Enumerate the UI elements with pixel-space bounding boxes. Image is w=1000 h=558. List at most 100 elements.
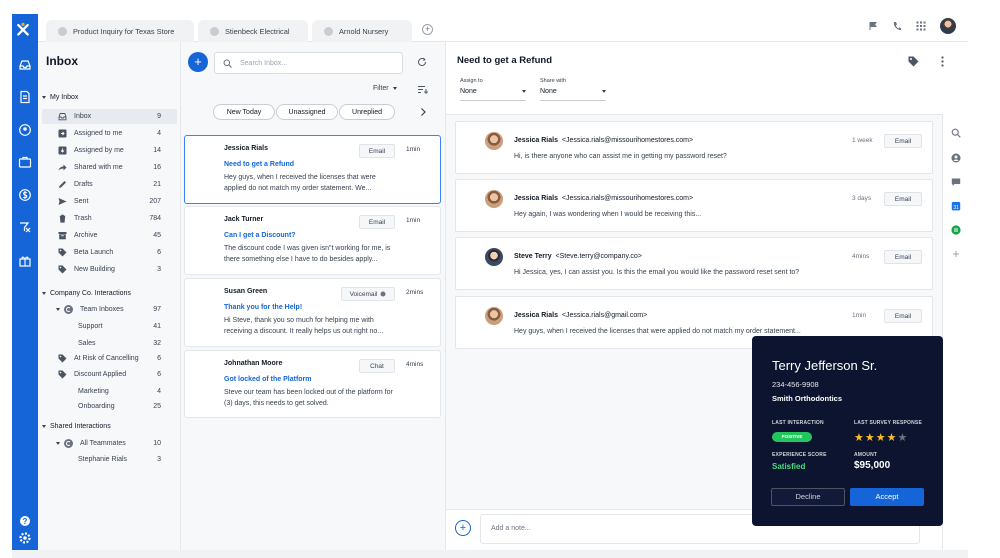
tab-stienbeck-electrical[interactable]: Stienbeck Electrical: [198, 20, 308, 42]
sidebar-item-team-inboxes[interactable]: Team Inboxes 97: [42, 302, 177, 317]
channel-label: Chat: [370, 362, 384, 370]
sidebar-item-discount-applied[interactable]: Discount Applied 6: [42, 367, 177, 382]
inbox-sidebar: Inbox My Inbox Inbox 9 Assigned to me 4 As…: [38, 42, 181, 550]
chip-unreplied[interactable]: Unreplied: [339, 104, 395, 120]
sidebar-item-at-risk[interactable]: At Risk of Cancelling 6: [42, 351, 177, 366]
tab-icon: [210, 26, 219, 36]
item-count: 14: [153, 147, 161, 154]
app-logo-icon[interactable]: [16, 22, 34, 40]
shared-interactions-section[interactable]: Shared Interactions: [42, 423, 111, 430]
user-avatar[interactable]: [940, 18, 956, 34]
caller-phone: 234-456-9908: [772, 380, 819, 389]
chat-icon[interactable]: [951, 177, 961, 187]
add-attachment-button[interactable]: +: [455, 520, 471, 536]
amount-label: AMOUNT: [854, 452, 878, 458]
pencil-icon: [58, 180, 67, 189]
search-input[interactable]: Search Inbox...: [214, 52, 403, 74]
assign-to-dropdown[interactable]: Assign to None: [460, 78, 526, 101]
item-label: Marketing: [78, 388, 109, 395]
settings-nav-icon[interactable]: [18, 531, 32, 545]
sidebar-item-assigned-to-me[interactable]: Assigned to me 4: [42, 126, 177, 141]
compose-button[interactable]: +: [188, 52, 208, 72]
message-time: 1 week: [852, 137, 873, 144]
briefcase-nav-icon[interactable]: [18, 155, 32, 169]
sort-filter-icon[interactable]: [417, 84, 428, 95]
message-text: Hey guys, when I received the licenses t…: [514, 328, 801, 335]
phone-icon[interactable]: [892, 21, 902, 31]
message-email: <Jessica.rials@missourihomestores.com>: [561, 195, 694, 202]
assign-to-label: Assign to: [460, 78, 483, 84]
sidebar-item-sent[interactable]: Sent 207: [42, 194, 177, 209]
accept-button[interactable]: Accept: [850, 488, 924, 506]
sidebar-item-all-teammates[interactable]: All Teammates 10: [42, 436, 177, 451]
inbox-nav-icon[interactable]: [18, 58, 32, 72]
sidebar-item-archive[interactable]: Archive 45: [42, 228, 177, 243]
sidebar-item-sales[interactable]: Sales 32: [42, 336, 177, 351]
conversation-card[interactable]: Susan Green Voicemail 2mins Thank you fo…: [184, 278, 441, 347]
tag-icon[interactable]: [908, 56, 919, 67]
tab-icon: [58, 26, 67, 36]
filter-dropdown[interactable]: Filter: [373, 85, 397, 92]
message-item[interactable]: Steve Terry <Steve.terry@company.co> Hi …: [455, 237, 933, 290]
conversation-card[interactable]: Johnathan Moore Chat 4mins Got locked of…: [184, 350, 441, 418]
app-rail: ?: [12, 14, 38, 550]
item-count: 3: [157, 266, 161, 273]
item-count: 97: [153, 306, 161, 313]
contact-icon[interactable]: [951, 153, 961, 163]
message-item[interactable]: Jessica Rials <Jessica.rials@missourihom…: [455, 121, 933, 174]
card-subject: Can I get a Discount?: [224, 232, 296, 239]
conversation-card[interactable]: Jessica Rials Email 1min Need to get a R…: [184, 135, 441, 204]
document-nav-icon[interactable]: [18, 90, 32, 104]
item-count: 10: [153, 440, 161, 447]
channel-label: Email: [894, 312, 912, 320]
flag-icon[interactable]: [868, 21, 878, 31]
automation-nav-icon[interactable]: [18, 220, 32, 234]
chip-new-today[interactable]: New Today: [213, 104, 275, 120]
calendar-icon[interactable]: 31: [951, 201, 961, 211]
card-sender: Johnathan Moore: [224, 360, 283, 367]
sidebar-item-marketing[interactable]: Marketing 4: [42, 384, 177, 399]
sidebar-item-beta-launch[interactable]: Beta Launch 6: [42, 245, 177, 260]
contact-nav-icon[interactable]: [18, 123, 32, 137]
sidebar-item-stephanie-rials[interactable]: Stephanie Rials 3: [42, 452, 177, 467]
card-subject: Thank you for the Help!: [224, 304, 303, 311]
sidebar-item-shared-with-me[interactable]: Shared with me 16: [42, 160, 177, 175]
decline-button[interactable]: Decline: [771, 488, 845, 506]
item-count: 25: [153, 403, 161, 410]
experience-label: EXPERIENCE SCORE: [772, 452, 827, 458]
sidebar-item-new-building[interactable]: New Building 3: [42, 262, 177, 277]
message-sender: Jessica Rials: [514, 195, 558, 202]
tab-arnold-nursery[interactable]: Arnold Nursery: [312, 20, 412, 42]
sidebar-item-onboarding[interactable]: Onboarding 25: [42, 399, 177, 414]
help-nav-icon[interactable]: ?: [18, 514, 32, 528]
sidebar-item-trash[interactable]: Trash 784: [42, 211, 177, 226]
tab-product-inquiry[interactable]: Product Inquiry for Texas Store: [46, 20, 194, 42]
share-with-dropdown[interactable]: Share with None: [540, 78, 606, 101]
tag-icon: [58, 265, 67, 274]
chevron-right-icon[interactable]: [419, 107, 427, 117]
dollar-nav-icon[interactable]: [18, 188, 32, 202]
group-icon: [64, 439, 73, 448]
add-app-icon[interactable]: [951, 249, 961, 259]
apps-grid-icon[interactable]: [916, 21, 926, 31]
item-label: Assigned by me: [74, 147, 124, 154]
refresh-icon[interactable]: [417, 57, 427, 67]
integration-icon[interactable]: [951, 225, 961, 235]
conversation-card[interactable]: Jack Turner Email 1min Can I get a Disco…: [184, 206, 441, 275]
sidebar-item-inbox[interactable]: Inbox 9: [42, 109, 177, 124]
gift-nav-icon[interactable]: [18, 254, 32, 268]
my-inbox-section[interactable]: My Inbox: [42, 94, 78, 101]
add-tab-icon[interactable]: +: [422, 24, 433, 35]
message-item[interactable]: Jessica Rials <Jessica.rials@missourihom…: [455, 179, 933, 232]
sidebar-item-assigned-by-me[interactable]: Assigned by me 14: [42, 143, 177, 158]
chip-unassigned[interactable]: Unassigned: [276, 104, 338, 120]
channel-label: Email: [894, 253, 912, 261]
more-vertical-icon[interactable]: [937, 56, 948, 67]
sidebar-item-support[interactable]: Support 41: [42, 319, 177, 334]
search-icon[interactable]: [951, 128, 961, 138]
sidebar-item-drafts[interactable]: Drafts 21: [42, 177, 177, 192]
item-count: 16: [153, 164, 161, 171]
company-interactions-section[interactable]: Company Co. Interactions: [42, 290, 131, 297]
item-label: At Risk of Cancelling: [74, 355, 139, 362]
channel-label: Voicemail: [349, 290, 378, 298]
